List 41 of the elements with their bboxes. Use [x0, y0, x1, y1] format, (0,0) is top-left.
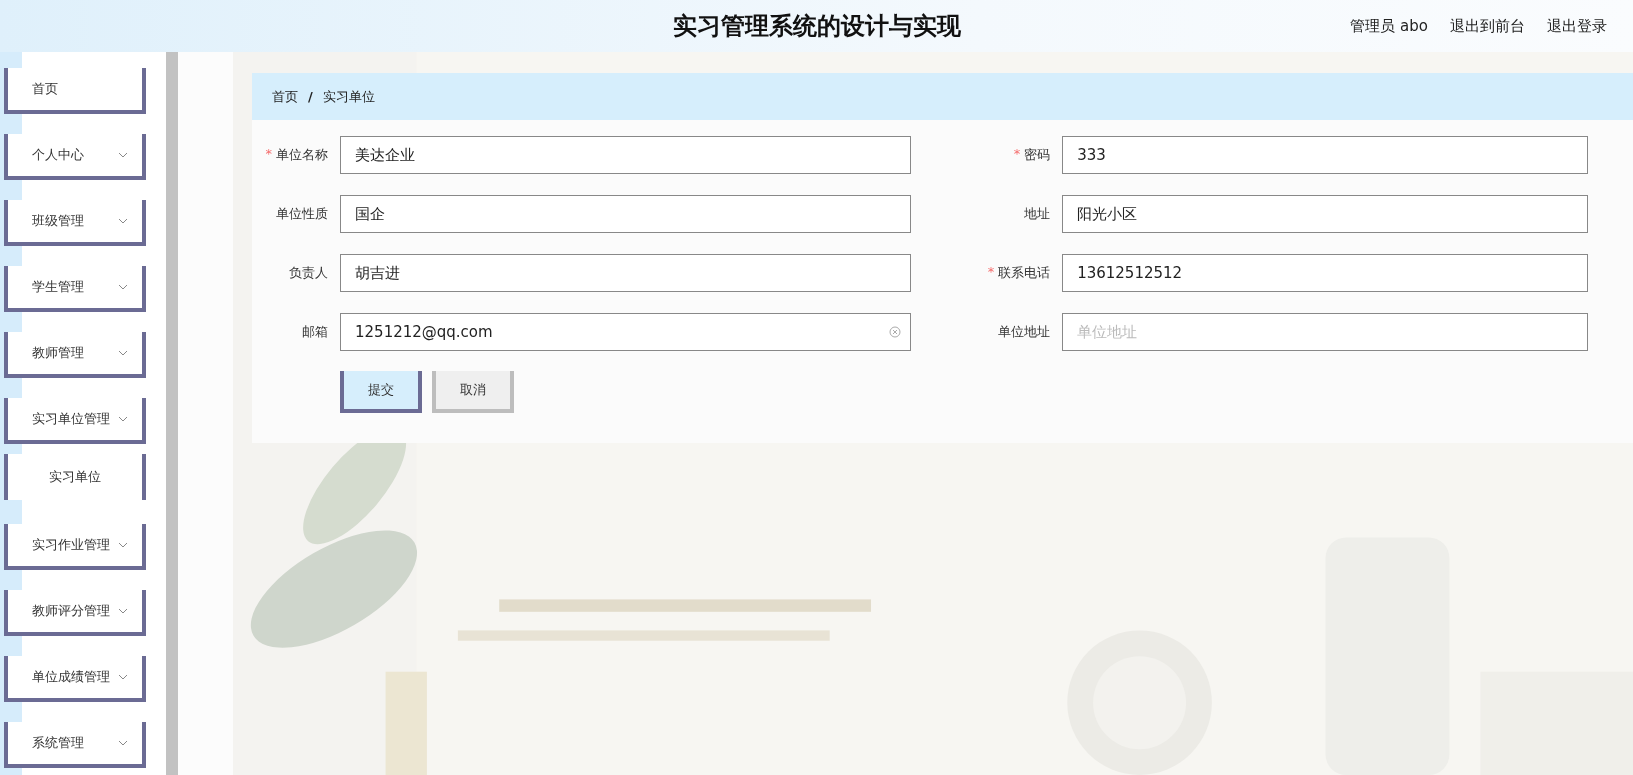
menu-item[interactable]: 教师评分管理	[4, 590, 146, 636]
input-field[interactable]: 国企	[340, 195, 911, 233]
app-title: 实习管理系统的设计与实现	[672, 11, 961, 42]
menu-item[interactable]: 实习单位管理	[4, 398, 146, 444]
input-field[interactable]: 美达企业	[340, 136, 911, 174]
menu-item[interactable]: 教师管理	[4, 332, 146, 378]
field-label: 邮箱	[302, 323, 328, 341]
header-link[interactable]: 退出登录	[1547, 16, 1607, 36]
clear-icon[interactable]	[889, 326, 901, 338]
menu-item[interactable]: 班级管理	[4, 200, 146, 246]
input-field[interactable]: 333	[1062, 136, 1588, 174]
breadcrumb-link[interactable]: 首页	[272, 87, 298, 106]
breadcrumb-link[interactable]: 实习单位	[322, 87, 375, 106]
required-asterisk: *	[1013, 146, 1021, 163]
menu-item[interactable]: 系统管理	[4, 722, 146, 768]
field-label: 地址	[1024, 205, 1051, 223]
field-label: 单位性质	[276, 205, 328, 223]
field-label: 单位名称	[276, 146, 328, 164]
input-field[interactable]: 1251212@qq.com	[340, 313, 911, 351]
required-asterisk: *	[265, 146, 272, 163]
scrollbar[interactable]	[166, 52, 178, 775]
field-label: 负责人	[289, 264, 328, 282]
input-field[interactable]: 单位地址	[1062, 313, 1588, 351]
menu-item[interactable]: 实习作业管理	[4, 524, 146, 570]
submit-button[interactable]: 提交	[340, 371, 422, 413]
input-field[interactable]: 13612512512	[1062, 254, 1588, 292]
menu-item[interactable]: 学生管理	[4, 266, 146, 312]
breadcrumb-separator: /	[308, 89, 313, 104]
menu-item[interactable]: 个人中心	[4, 134, 146, 180]
cancel-button[interactable]: 取消	[432, 371, 514, 413]
menu-item[interactable]: 首页	[4, 68, 146, 114]
menu-item[interactable]: 单位成绩管理	[4, 656, 146, 702]
submenu-item[interactable]: 实习单位	[4, 454, 146, 500]
input-field[interactable]: 胡吉进	[340, 254, 911, 292]
field-label: 联系电话	[998, 264, 1051, 282]
header-link[interactable]: 退出到前台	[1450, 16, 1525, 36]
field-label: 密码	[1024, 146, 1051, 164]
header-link[interactable]: 管理员 abo	[1350, 16, 1428, 36]
required-asterisk: *	[987, 264, 995, 281]
input-field[interactable]: 阳光小区	[1062, 195, 1588, 233]
field-label: 单位地址	[998, 323, 1051, 341]
